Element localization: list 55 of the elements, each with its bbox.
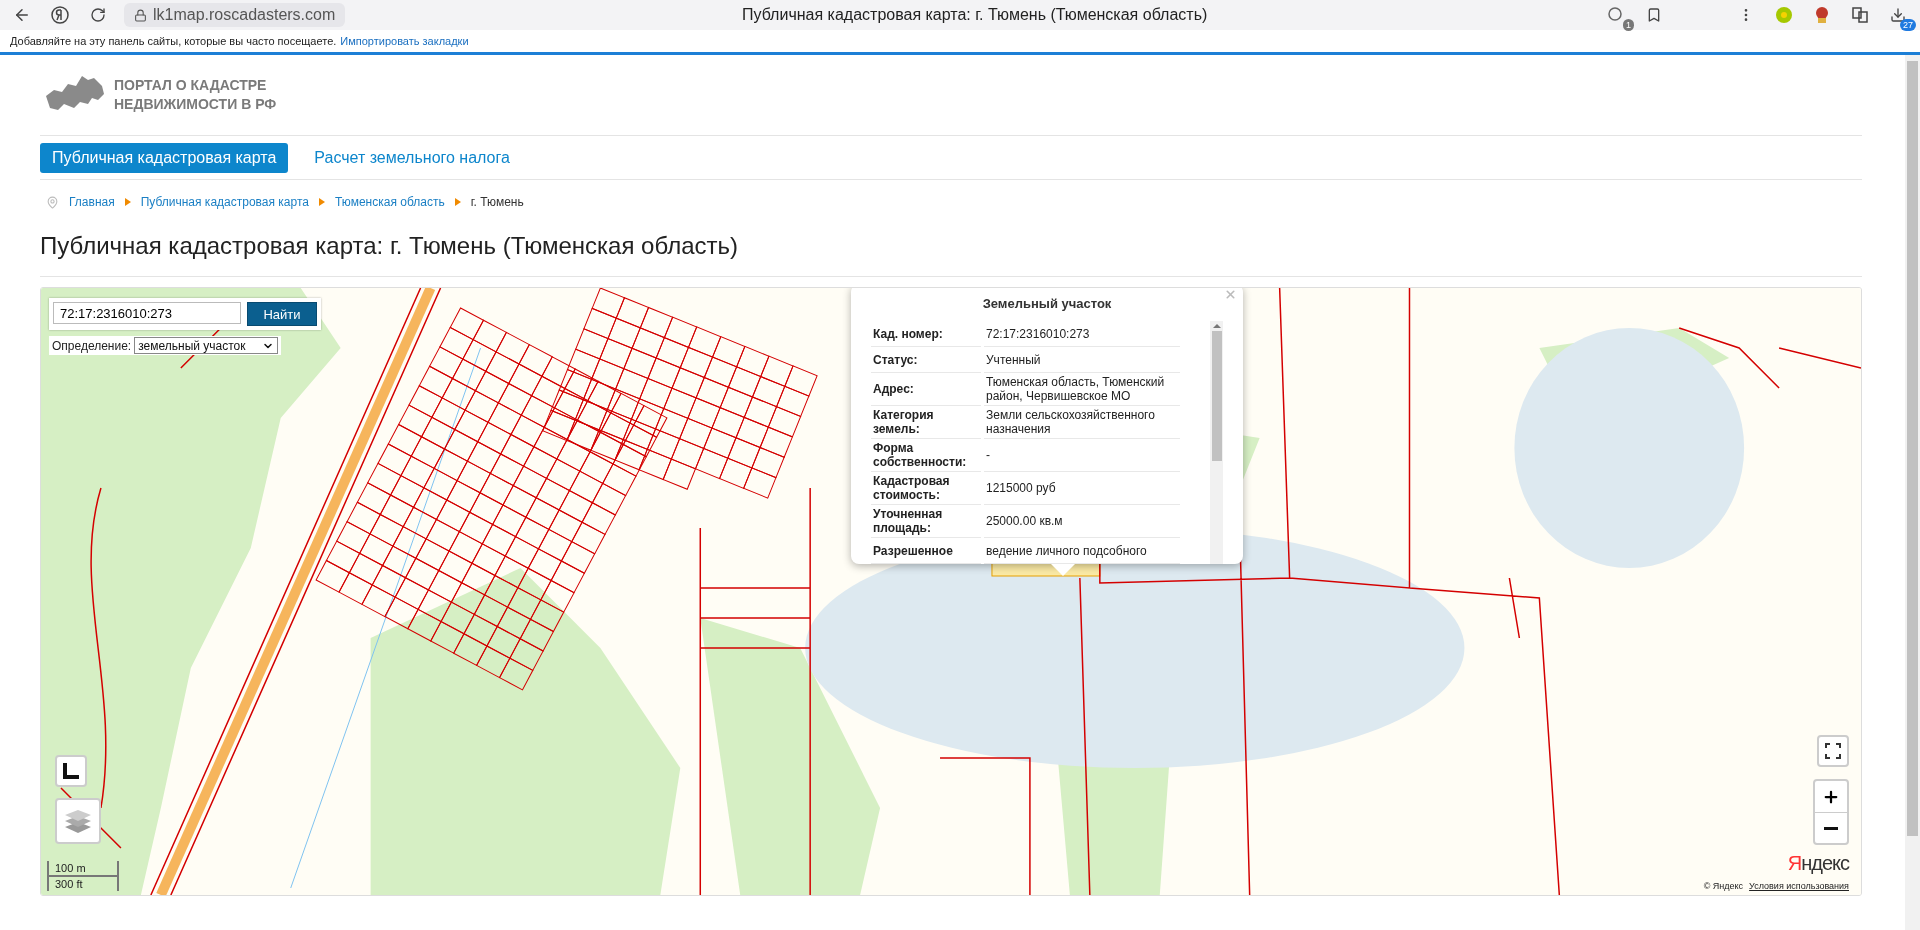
property-value: ведение личного подсобного bbox=[984, 538, 1180, 564]
popup-title: Земельный участок bbox=[981, 295, 1113, 313]
breadcrumb-link[interactable]: Главная bbox=[69, 195, 115, 209]
nav-tab[interactable]: Публичная кадастровая карта bbox=[40, 142, 289, 173]
count-badge: 1 bbox=[1623, 19, 1634, 31]
definition-select[interactable]: земельный участок bbox=[134, 337, 278, 354]
scale-label: 100 m bbox=[47, 861, 119, 877]
nav-tab[interactable]: Расчет земельного налога bbox=[302, 142, 522, 173]
property-value: Учтенный bbox=[984, 347, 1180, 373]
address-bar[interactable]: lk1map.roscadasters.com bbox=[124, 3, 346, 27]
count-badge: 27 bbox=[1900, 19, 1916, 31]
terms-link[interactable]: Условия использования bbox=[1749, 881, 1849, 891]
browser-logo-icon[interactable] bbox=[48, 3, 72, 27]
page-title: Публичная кадастровая карта: г. Тюмень (Тюменская область) bbox=[40, 224, 1862, 277]
property-label: Форма собственности: bbox=[871, 439, 981, 472]
separator-arrow-icon bbox=[454, 198, 461, 206]
current-page-label: г. Тюмень bbox=[470, 195, 524, 209]
property-label: Адрес: bbox=[871, 373, 981, 406]
property-label: Категория земель: bbox=[871, 406, 981, 439]
popup-scrollbar[interactable] bbox=[1210, 321, 1223, 564]
fullscreen-icon bbox=[1825, 743, 1841, 759]
property-value: 72:17:2316010:273 bbox=[984, 321, 1180, 347]
scale-label: 300 ft bbox=[47, 877, 119, 891]
fullscreen-button[interactable] bbox=[1817, 735, 1849, 767]
property-label: Статус: bbox=[871, 347, 981, 373]
scroll-up-arrow-icon bbox=[1212, 321, 1221, 331]
property-label: Кадастровая стоимость: bbox=[871, 472, 981, 505]
cadastral-number-field[interactable]: 72:17:2316010:273 bbox=[53, 302, 241, 324]
page-tab-title: Публичная кадастровая карта: г. Тюмень (Тюменская область) bbox=[741, 6, 1209, 24]
property-value: Земли сельскохозяйственного назначения bbox=[984, 406, 1180, 439]
layers-button[interactable] bbox=[55, 798, 101, 844]
property-value: 1215000 руб bbox=[984, 472, 1180, 505]
minus-icon bbox=[1824, 826, 1838, 830]
map-provider-logo: Яндекс bbox=[1787, 852, 1849, 875]
breadcrumb-link[interactable]: Публичная кадастровая карта bbox=[140, 195, 309, 209]
page-scrollbar[interactable] bbox=[1905, 55, 1920, 930]
property-value: Тюменская область, Тюменский район, Червишевское МО bbox=[984, 373, 1180, 406]
site-logo-text[interactable]: ПОРТАЛ О КАДАСТРЕ НЕДВИЖИМОСТИ В РФ bbox=[114, 76, 277, 114]
ruler-button[interactable] bbox=[55, 755, 87, 787]
separator-arrow-icon bbox=[124, 198, 131, 206]
import-bookmarks-link[interactable]: Импортировать закладки bbox=[340, 35, 469, 47]
definition-label: Определение: bbox=[52, 338, 132, 353]
property-label: Разрешенное bbox=[871, 538, 981, 564]
ruler-icon bbox=[62, 762, 80, 780]
property-value: - bbox=[984, 439, 1180, 472]
copyright-text: © Яндекс bbox=[1703, 881, 1744, 891]
property-label: Кад. номер: bbox=[871, 321, 981, 347]
layers-icon bbox=[64, 808, 92, 834]
find-button[interactable]: Найти bbox=[247, 302, 317, 326]
bookmarks-hint: Добавляйте на эту панель сайты, которые вы часто посещаете. bbox=[10, 35, 337, 47]
property-value: 25000.00 кв.м bbox=[984, 505, 1180, 538]
location-pin-icon bbox=[46, 195, 59, 209]
property-label: Уточненная площадь: bbox=[871, 505, 981, 538]
breadcrumb-link[interactable]: Тюменская область bbox=[334, 195, 445, 209]
separator-arrow-icon bbox=[318, 198, 325, 206]
